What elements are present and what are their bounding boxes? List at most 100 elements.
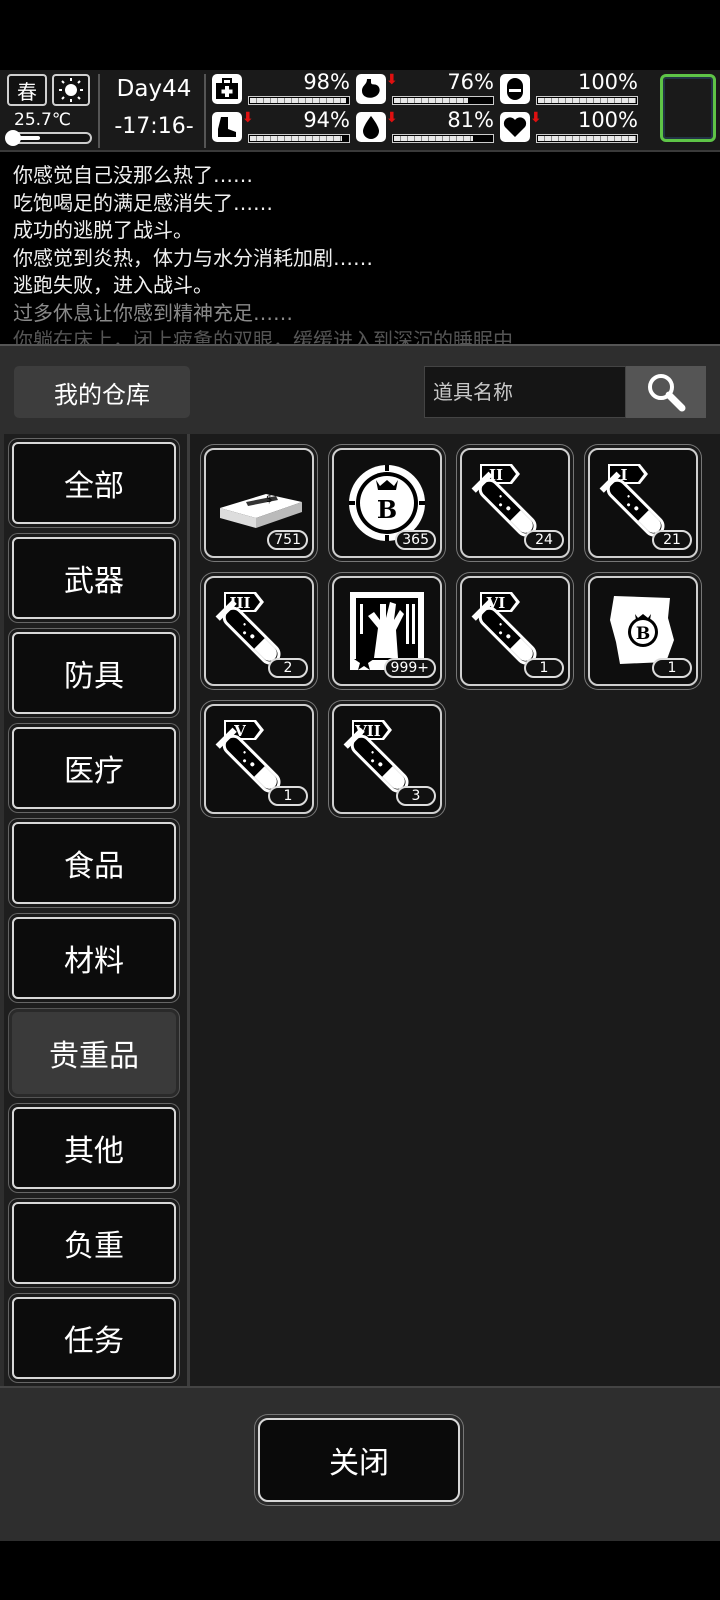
stat-medicine: 100% — [500, 70, 640, 106]
message-log[interactable]: 你感觉自己没那么热了…… 吃饱喝足的满足感消失了…… 成功的逃脱了战斗。 你感觉… — [0, 154, 720, 344]
stat-bar — [536, 96, 638, 105]
warehouse-title: 我的仓库 — [14, 366, 190, 418]
temperature-readout: 25.7℃ — [14, 110, 71, 130]
log-line: 你躺在床上，闭上疲惫的双眼，缓缓进入到深沉的睡眠中…… — [13, 328, 553, 344]
category-weapons[interactable]: 武器 — [12, 537, 176, 619]
stomach-icon — [356, 74, 386, 104]
stat-stamina: ⬇ 94% — [212, 108, 352, 144]
search-button[interactable] — [626, 366, 706, 418]
boot-icon — [212, 112, 242, 142]
svg-text:B: B — [636, 624, 650, 644]
stat-thirst: ⬇ 81% — [356, 108, 496, 144]
roman-numeral-label: II — [489, 466, 503, 484]
stat-value: 98% — [303, 70, 350, 94]
item-quantity: 21 — [652, 530, 692, 550]
item-slot[interactable]: V 1 — [204, 704, 314, 814]
down-arrow-icon: ⬇ — [242, 110, 254, 126]
item-quantity: 1 — [652, 658, 692, 678]
category-load[interactable]: 负重 — [12, 1202, 176, 1284]
stat-value: 81% — [447, 108, 494, 132]
quick-slot[interactable] — [660, 74, 716, 142]
log-line: 成功的逃脱了战斗。 — [13, 218, 193, 242]
stat-bar-fill — [250, 98, 346, 103]
item-quantity: 1 — [268, 786, 308, 806]
stat-bar — [392, 134, 494, 143]
item-slot[interactable]: I 21 — [588, 448, 698, 558]
category-materials[interactable]: 材料 — [12, 917, 176, 999]
stat-bar-fill — [538, 136, 636, 141]
category-all[interactable]: 全部 — [12, 442, 176, 524]
warehouse-panel: 我的仓库 全部 武器 防具 医疗 食品 材料 贵重品 其他 负重 任务 $ 75… — [0, 344, 720, 1541]
item-quantity: 365 — [395, 530, 436, 550]
item-slot[interactable]: VII 3 — [332, 704, 442, 814]
roman-numeral-label: V — [233, 722, 246, 740]
medkit-icon — [212, 74, 242, 104]
stat-bar-fill — [394, 136, 473, 141]
day-counter: Day44 — [116, 76, 192, 102]
item-quantity: 3 — [396, 786, 436, 806]
item-quantity: 1 — [524, 658, 564, 678]
water-drop-icon — [356, 112, 386, 142]
divider — [98, 74, 100, 148]
pill-icon — [500, 74, 530, 104]
thermometer-bar — [5, 130, 92, 146]
item-search-input[interactable] — [424, 366, 626, 418]
log-line: 你感觉自己没那么热了…… — [13, 163, 253, 187]
category-other[interactable]: 其他 — [12, 1107, 176, 1189]
stat-bar — [536, 134, 638, 143]
item-slot[interactable]: III 2 — [204, 576, 314, 686]
stat-bar-fill — [538, 98, 636, 103]
stat-bar — [392, 96, 494, 105]
stat-value: 100% — [577, 70, 638, 94]
item-quantity: 751 — [267, 530, 308, 550]
down-arrow-icon: ⬇ — [530, 110, 542, 126]
season-label: 春 — [17, 79, 37, 104]
stat-hunger: ⬇ 76% — [356, 70, 496, 106]
item-quantity: 999+ — [383, 658, 436, 678]
item-quantity: 2 — [268, 658, 308, 678]
stat-bar — [248, 96, 350, 105]
category-valuables[interactable]: 贵重品 — [12, 1012, 176, 1094]
down-arrow-icon: ⬇ — [386, 72, 398, 88]
thermometer-fill — [10, 136, 40, 140]
item-slot[interactable]: II 24 — [460, 448, 570, 558]
category-quests[interactable]: 任务 — [12, 1297, 176, 1379]
down-arrow-icon: ⬇ — [386, 110, 398, 126]
category-armor[interactable]: 防具 — [12, 632, 176, 714]
item-slot[interactable]: $ 751 — [204, 448, 314, 558]
stat-health: 98% — [212, 70, 352, 106]
stat-value: 76% — [447, 70, 494, 94]
roman-numeral-label: VI — [486, 594, 506, 612]
log-line: 过多休息让你感到精神充足…… — [13, 300, 293, 325]
stat-bar-fill — [394, 98, 468, 103]
season-badge: 春 — [7, 74, 47, 106]
roman-numeral-label: VII — [354, 722, 381, 740]
item-slot[interactable]: B 1 — [588, 576, 698, 686]
sun-icon — [52, 74, 90, 106]
close-button[interactable]: 关闭 — [258, 1418, 460, 1502]
item-slot[interactable]: 999+ — [332, 576, 442, 686]
category-sidebar: 全部 武器 防具 医疗 食品 材料 贵重品 其他 负重 任务 — [4, 434, 190, 1404]
item-slot[interactable]: VI 1 — [460, 576, 570, 686]
stat-value: 94% — [303, 108, 350, 132]
log-line: 你感觉到炎热，体力与水分消耗加剧…… — [13, 245, 373, 270]
svg-text:$: $ — [266, 494, 272, 505]
roman-numeral-label: III — [229, 594, 250, 612]
category-food[interactable]: 食品 — [12, 822, 176, 904]
panel-footer: 关闭 — [0, 1386, 720, 1541]
stat-value: 100% — [577, 108, 638, 132]
status-bar: 春 25.7℃ Day44 -17:16- 98% ⬇ 76% 100% ⬇ 9… — [0, 70, 720, 152]
stat-bar — [248, 134, 350, 143]
category-medical[interactable]: 医疗 — [12, 727, 176, 809]
game-clock: -17:16- — [114, 114, 194, 139]
stat-mood: ⬇ 100% — [500, 108, 640, 144]
search-icon — [648, 374, 686, 412]
heart-icon — [500, 112, 530, 142]
item-grid: $ 751 B 365 II 24 I 21 III 2 999+ VI 1 B… — [190, 434, 720, 1404]
divider — [204, 74, 206, 148]
roman-numeral-label: I — [620, 466, 627, 484]
item-slot[interactable]: B 365 — [332, 448, 442, 558]
log-line: 逃跑失败，进入战斗。 — [13, 273, 213, 297]
item-quantity: 24 — [524, 530, 564, 550]
log-line: 吃饱喝足的满足感消失了…… — [13, 190, 273, 215]
